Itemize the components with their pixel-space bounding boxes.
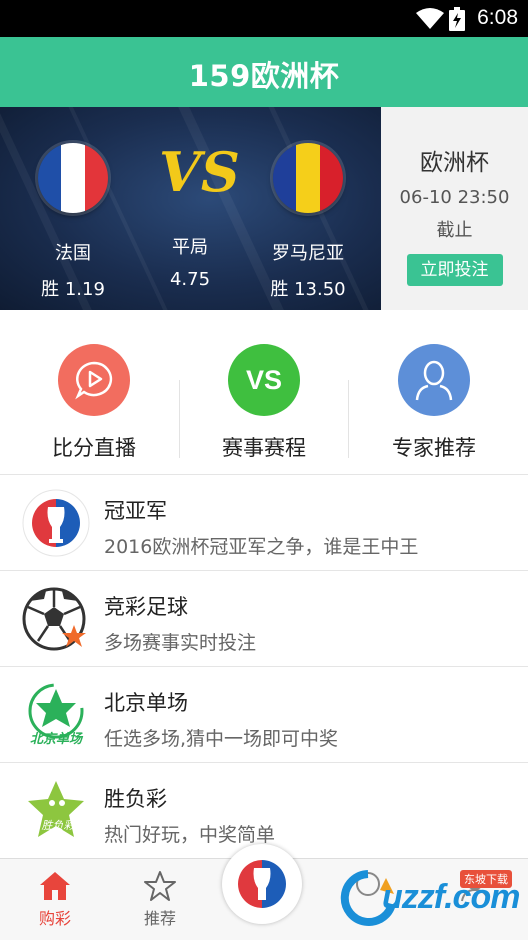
watermark-badge: 东坡下载 [460, 870, 512, 888]
list-item-subtitle: 多场赛事实时投注 [104, 632, 257, 654]
app-title: 159欧洲杯 [188, 59, 340, 93]
schedule-entry[interactable]: VS 赛事赛程 [176, 344, 352, 462]
lottery-list: 冠亚军 2016欧洲杯冠亚军之争，谁是王中王 竞彩足球 多场赛事实时投注 北京单… [0, 475, 528, 859]
home-team[interactable]: 法国 胜 1.19 [18, 143, 128, 301]
list-item-title: 北京单场 [104, 691, 188, 715]
deadline-label: 截止 [436, 220, 473, 241]
battery-charging-icon [449, 7, 465, 31]
svg-text:胜负彩: 胜负彩 [42, 819, 77, 832]
list-item-subtitle: 2016欧洲杯冠亚军之争，谁是王中王 [104, 536, 419, 558]
quick-menu: 比分直播 VS 赛事赛程 专家推荐 [0, 310, 528, 475]
tab-recommend[interactable]: 推荐 [115, 869, 205, 929]
vs-label: VS [159, 140, 240, 204]
draw-odds: 4.75 [169, 269, 211, 290]
euro-trophy-icon [22, 489, 90, 557]
list-item[interactable]: 冠亚军 2016欧洲杯冠亚军之争，谁是王中王 [0, 475, 528, 571]
france-flag-icon [38, 143, 108, 213]
away-team-odds: 胜 13.50 [270, 279, 346, 300]
away-team[interactable]: 罗马尼亚 胜 13.50 [253, 143, 363, 301]
match-datetime: 06-10 23:50 [399, 187, 510, 208]
live-score-entry[interactable]: 比分直播 [6, 344, 182, 462]
quick-menu-label: 比分直播 [52, 436, 136, 460]
home-team-odds: 胜 1.19 [41, 279, 105, 300]
status-bar: 6:08 [0, 0, 528, 37]
wifi-icon [416, 8, 444, 29]
expert-entry[interactable]: 专家推荐 [346, 344, 522, 462]
bet-now-button[interactable]: 立即投注 [406, 254, 503, 286]
star-icon [144, 871, 176, 901]
list-item-title: 竞彩足球 [104, 595, 188, 619]
away-team-name: 罗马尼亚 [272, 243, 344, 264]
list-item-title: 胜负彩 [104, 787, 167, 811]
list-item-subtitle: 热门好玩，中奖简单 [104, 824, 276, 846]
win-lose-icon: 胜负彩 [28, 781, 84, 837]
quick-menu-label: 专家推荐 [392, 436, 476, 460]
soccer-ball-icon [22, 587, 86, 651]
quick-menu-label: 赛事赛程 [222, 436, 306, 460]
draw-option[interactable]: 平局 4.75 [135, 233, 245, 290]
status-time: 6:08 [477, 6, 518, 29]
competition-title: 欧洲杯 [420, 150, 489, 176]
expert-user-icon [398, 344, 470, 416]
home-icon [40, 872, 70, 900]
euro-logo-icon [232, 854, 292, 914]
svg-text:北京单场: 北京单场 [30, 731, 84, 747]
tab-buy[interactable]: 购彩 [10, 869, 100, 929]
watermark-logo: uzzf.com 东坡下载 [340, 866, 528, 932]
play-icon [58, 344, 130, 416]
tab-label: 推荐 [143, 909, 176, 928]
list-item[interactable]: 竞彩足球 多场赛事实时投注 [0, 571, 528, 667]
vs-icon-text: VS [245, 364, 283, 395]
romania-flag-icon [273, 143, 343, 213]
app-bar: 159欧洲杯 [0, 37, 528, 107]
list-item-subtitle: 任选多场,猜中一场即可中奖 [104, 728, 339, 750]
beijing-single-icon: 北京单场 [28, 683, 84, 747]
tab-label: 购彩 [38, 909, 71, 928]
tab-euro-center[interactable] [222, 844, 302, 924]
match-info-panel: 欧洲杯 06-10 23:50 截止 立即投注 [381, 107, 528, 310]
draw-label: 平局 [172, 237, 208, 258]
list-item[interactable]: 北京单场 北京单场 任选多场,猜中一场即可中奖 [0, 667, 528, 763]
list-item-title: 冠亚军 [104, 499, 167, 523]
vs-icon: VS [228, 344, 300, 416]
home-team-name: 法国 [55, 243, 91, 264]
